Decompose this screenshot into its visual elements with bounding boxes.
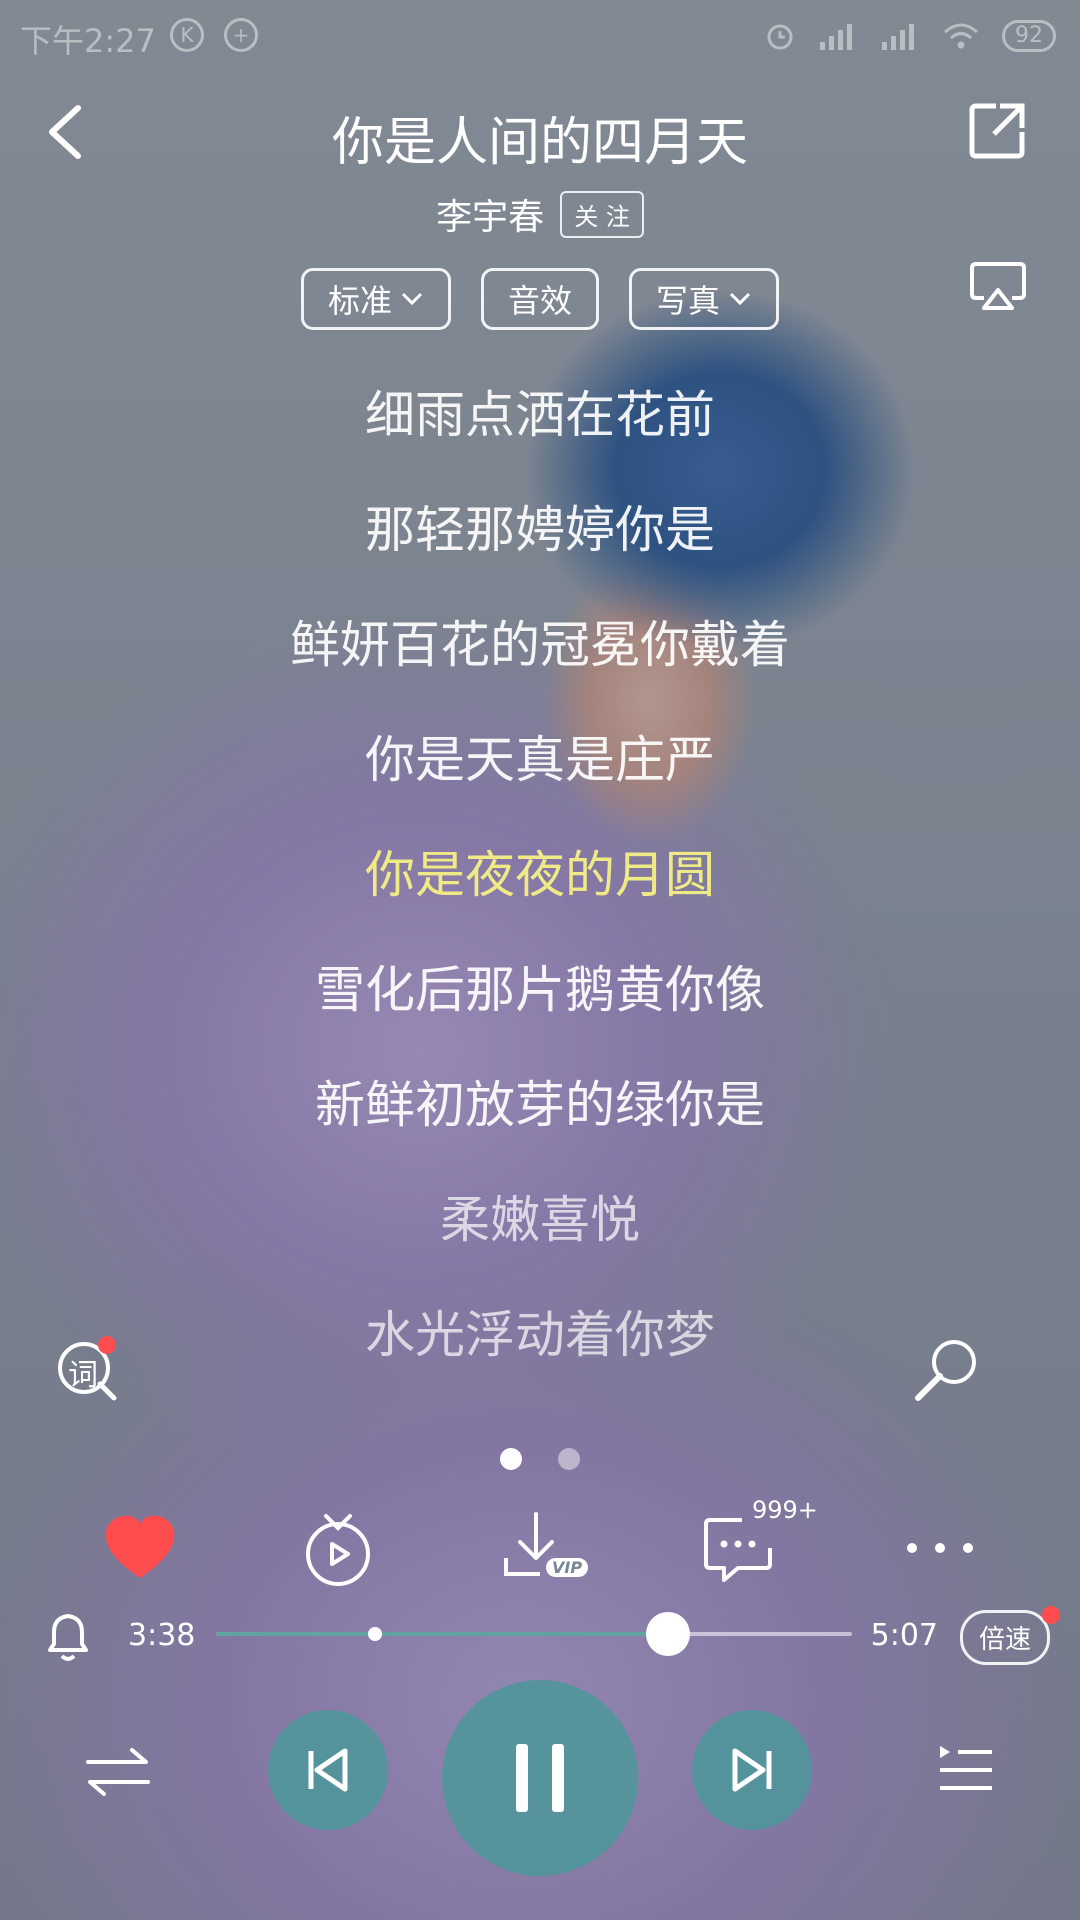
like-heart-icon[interactable] (100, 1508, 180, 1588)
progress-knob[interactable] (645, 1612, 690, 1656)
lyric-search-button[interactable]: 词 (56, 1336, 120, 1404)
signal-icon-1 (820, 24, 852, 50)
chevron-down-icon (401, 292, 423, 306)
lyric-search-label: 词 (68, 1358, 98, 1393)
status-bar: 下午2:27 K + 92 (0, 0, 1080, 72)
total-time: 5:07 (870, 1618, 938, 1653)
vip-badge: VIP (546, 1558, 589, 1577)
page-dot[interactable] (558, 1448, 580, 1470)
lyric-line: 雪化后那片鹅黄你像 (315, 961, 765, 1019)
speed-button[interactable]: 倍速 (959, 1610, 1050, 1665)
previous-button[interactable] (268, 1710, 388, 1830)
download-button[interactable]: VIP (500, 1508, 589, 1588)
page-dot-active[interactable] (500, 1448, 522, 1470)
artist-row: 李宇春 关 注 (0, 188, 1080, 240)
next-icon (732, 1748, 772, 1792)
status-right: 92 (764, 20, 1056, 52)
photo-selector[interactable]: 写真 (629, 268, 780, 330)
pause-button[interactable] (442, 1680, 638, 1876)
lyric-line: 柔嫩喜悦 (440, 1191, 640, 1249)
artist-name[interactable]: 李宇春 (436, 188, 544, 240)
notification-dot (1042, 1606, 1060, 1624)
lyric-line: 鲜妍百花的冠冕你戴着 (290, 616, 790, 674)
follow-button[interactable]: 关 注 (560, 190, 644, 238)
video-icon[interactable] (298, 1508, 378, 1588)
comments-button[interactable]: 999+ (702, 1496, 818, 1588)
lyric-line: 新鲜初放芽的绿你是 (315, 1076, 765, 1134)
lyric-line: 那轻那娉婷你是 (365, 501, 715, 559)
effects-label: 音效 (507, 282, 572, 320)
page-indicator (0, 1448, 1080, 1470)
progress-row: 3:38 5:07 倍速 (0, 1600, 1080, 1670)
lyric-line: 细雨点洒在花前 (365, 386, 715, 444)
share-icon[interactable] (966, 100, 1028, 162)
pause-icon (516, 1744, 564, 1812)
chevron-down-icon (729, 292, 751, 306)
effects-button[interactable]: 音效 (480, 268, 599, 330)
progress-marker (368, 1627, 382, 1641)
lyrics-panel[interactable]: 细雨点洒在花前 那轻那娉婷你是 鲜妍百花的冠冕你戴着 你是天真是庄严 你是夜夜的… (0, 376, 1080, 1411)
k-icon: K (170, 18, 204, 52)
current-time: 3:38 (128, 1618, 196, 1653)
lyric-line: 你是天真是庄严 (365, 731, 715, 789)
notification-dot (98, 1336, 116, 1354)
quality-label: 标准 (327, 282, 392, 320)
battery-indicator: 92 (1002, 20, 1056, 52)
alarm-icon (767, 24, 793, 50)
status-time: 下午2:27 (20, 22, 156, 60)
wifi-icon (944, 23, 978, 49)
next-button[interactable] (692, 1710, 812, 1830)
photo-label: 写真 (656, 282, 721, 320)
karaoke-mic-icon[interactable] (910, 1336, 980, 1406)
playback-controls (0, 1680, 1080, 1880)
quality-selector[interactable]: 标准 (300, 268, 451, 330)
previous-icon (308, 1748, 348, 1792)
plus-icon: + (224, 18, 258, 52)
progress-track[interactable] (216, 1612, 852, 1656)
shuffle-mode-icon[interactable] (82, 1742, 154, 1802)
bell-icon[interactable] (40, 1608, 96, 1664)
song-title: 你是人间的四月天 (331, 113, 748, 173)
current-lyric-line: 你是夜夜的月圆 (365, 846, 715, 904)
progress-fill (216, 1632, 668, 1636)
playlist-icon[interactable] (936, 1742, 996, 1798)
action-bar: VIP 999+ (0, 1496, 1080, 1600)
comments-count: 999+ (752, 1496, 818, 1524)
signal-icon-2 (882, 24, 914, 50)
options-row: 标准 音效 写真 (0, 268, 1080, 330)
more-options-icon[interactable] (900, 1508, 980, 1588)
